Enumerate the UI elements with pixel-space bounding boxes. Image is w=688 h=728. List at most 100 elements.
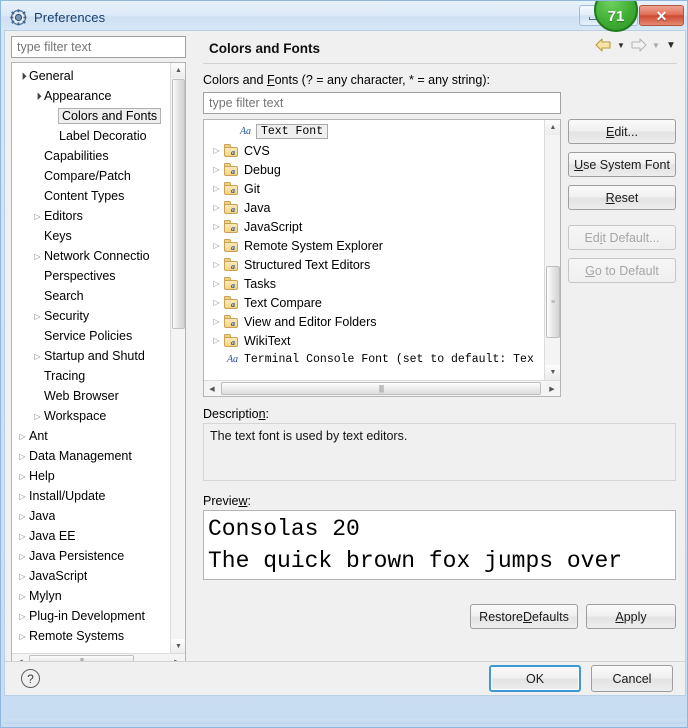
sidebar-item-colors-and-fonts[interactable]: Colors and Fonts (12, 106, 172, 126)
tree-collapsed-icon[interactable]: ▷ (210, 317, 223, 326)
sidebar-item-ant[interactable]: ▷ Ant (12, 426, 172, 446)
sidebar-scroll-up-icon[interactable]: ▲ (171, 63, 185, 78)
sidebar-item-capabilities[interactable]: Capabilities (12, 146, 172, 166)
tree-collapsed-icon[interactable]: ▷ (210, 165, 223, 174)
sidebar-item-search[interactable]: Search (12, 286, 172, 306)
use-system-font-button[interactable]: Use System Font (568, 152, 676, 177)
sidebar-item-java-ee[interactable]: ▷ Java EE (12, 526, 172, 546)
help-question-icon[interactable]: ? (21, 669, 40, 688)
tree-collapsed-icon[interactable]: ▷ (16, 566, 29, 586)
apply-button[interactable]: Apply (586, 604, 676, 629)
fonts-horizontal-scrollbar[interactable]: ◀ |||| ▶ (204, 380, 560, 396)
sidebar-item-remote-systems[interactable]: ▷ Remote Systems (12, 626, 172, 646)
fonts-scroll-left-icon[interactable]: ◀ (205, 382, 219, 395)
tree-collapsed-icon[interactable]: ▷ (16, 526, 29, 546)
fonts-tree-item[interactable]: ▷ a Debug (204, 160, 546, 179)
tree-collapsed-icon[interactable]: ▷ (31, 246, 44, 266)
sidebar-scroll-thumb[interactable] (172, 79, 185, 329)
sidebar-vertical-scrollbar[interactable]: ▲ ▼ (170, 63, 185, 654)
ok-button[interactable]: OK (489, 665, 581, 692)
sidebar-item-service-policies[interactable]: Service Policies (12, 326, 172, 346)
tree-collapsed-icon[interactable]: ▷ (31, 306, 44, 326)
tree-collapsed-icon[interactable]: ▷ (210, 279, 223, 288)
sidebar-item-tracing[interactable]: Tracing (12, 366, 172, 386)
tree-collapsed-icon[interactable]: ▷ (16, 426, 29, 446)
tree-collapsed-icon[interactable]: ▷ (16, 586, 29, 606)
close-button[interactable]: ✕ (639, 5, 684, 26)
sidebar-item-general[interactable]: ◢ General (12, 66, 172, 86)
sidebar-item-editors[interactable]: ▷ Editors (12, 206, 172, 226)
tree-collapsed-icon[interactable]: ▷ (210, 260, 223, 269)
sidebar-item-content-types[interactable]: Content Types (12, 186, 172, 206)
fonts-hscroll-thumb[interactable]: |||| (221, 382, 541, 395)
tree-collapsed-icon[interactable]: ▷ (16, 626, 29, 646)
tree-collapsed-icon[interactable]: ▷ (31, 346, 44, 366)
tree-collapsed-icon[interactable]: ▷ (210, 298, 223, 307)
sidebar-item-plug-in-development[interactable]: ▷ Plug-in Development (12, 606, 172, 626)
tree-collapsed-icon[interactable]: ▷ (16, 606, 29, 626)
sidebar-item-mylyn[interactable]: ▷ Mylyn (12, 586, 172, 606)
fonts-tree-item[interactable]: ▷ a Text Compare (204, 293, 546, 312)
tree-expanded-icon[interactable]: ◢ (12, 64, 34, 87)
fonts-tree-item[interactable]: Aa Terminal Console Font (set to default:… (204, 350, 546, 369)
title-bar[interactable]: Preferences ✕ (1, 1, 687, 33)
fonts-vertical-scrollbar[interactable]: ▲ ≡ ▼ (544, 120, 560, 380)
sidebar-item-install-update[interactable]: ▷ Install/Update (12, 486, 172, 506)
tree-collapsed-icon[interactable]: ▷ (210, 184, 223, 193)
fonts-tree-item[interactable]: ▷ a Java (204, 198, 546, 217)
page-filter-input[interactable] (203, 92, 561, 114)
fonts-scroll-right-icon[interactable]: ▶ (545, 382, 559, 395)
sidebar-item-compare-patch[interactable]: Compare/Patch (12, 166, 172, 186)
tree-collapsed-icon[interactable]: ▷ (210, 336, 223, 345)
view-menu-icon[interactable]: ▼ (665, 40, 677, 51)
tree-collapsed-icon[interactable]: ▷ (16, 446, 29, 466)
tree-collapsed-icon[interactable]: ▷ (16, 466, 29, 486)
tree-collapsed-icon[interactable]: ▷ (31, 206, 44, 226)
fonts-tree-item[interactable]: Aa Text Font (204, 122, 546, 141)
fonts-tree-item[interactable]: ▷ a Remote System Explorer (204, 236, 546, 255)
sidebar-filter-input[interactable] (11, 36, 186, 58)
back-arrow-icon[interactable] (595, 38, 612, 52)
sidebar-item-data-management[interactable]: ▷ Data Management (12, 446, 172, 466)
edit-button[interactable]: Edit... (568, 119, 676, 144)
fonts-tree-item[interactable]: ▷ a WikiText (204, 331, 546, 350)
tree-collapsed-icon[interactable]: ▷ (16, 506, 29, 526)
tree-collapsed-icon[interactable]: ▷ (210, 146, 223, 155)
sidebar-item-javascript[interactable]: ▷ JavaScript (12, 566, 172, 586)
sidebar-item-network-connectio[interactable]: ▷ Network Connectio (12, 246, 172, 266)
tree-collapsed-icon[interactable]: ▷ (31, 406, 44, 426)
sidebar-item-java-persistence[interactable]: ▷ Java Persistence (12, 546, 172, 566)
fonts-tree-item[interactable]: ▷ a Git (204, 179, 546, 198)
tree-collapsed-icon[interactable]: ▷ (210, 222, 223, 231)
sidebar-item-perspectives[interactable]: Perspectives (12, 266, 172, 286)
sidebar-item-label-decoratio[interactable]: Label Decoratio (12, 126, 172, 146)
fonts-tree-item[interactable]: ▷ a View and Editor Folders (204, 312, 546, 331)
sidebar-item-workspace[interactable]: ▷ Workspace (12, 406, 172, 426)
restore-defaults-button[interactable]: Restore Defaults (470, 604, 578, 629)
fonts-scroll-up-icon[interactable]: ▲ (545, 120, 560, 135)
fonts-scroll-thumb[interactable]: ≡ (546, 266, 560, 338)
back-dropdown-icon[interactable]: ▼ (615, 41, 627, 50)
reset-button[interactable]: Reset (568, 185, 676, 210)
sidebar-item-web-browser[interactable]: Web Browser (12, 386, 172, 406)
fonts-tree-item[interactable]: ▷ a CVS (204, 141, 546, 160)
fonts-tree[interactable]: Aa Text Font ▷ a CVS ▷ a Debug ▷ a Git ▷ a Java ▷ a Java… (204, 120, 546, 380)
sidebar-item-security[interactable]: ▷ Security (12, 306, 172, 326)
tree-expanded-icon[interactable]: ◢ (26, 84, 49, 107)
tree-collapsed-icon[interactable]: ▷ (16, 546, 29, 566)
sidebar-item-java[interactable]: ▷ Java (12, 506, 172, 526)
sidebar-item-startup-and-shutd[interactable]: ▷ Startup and Shutd (12, 346, 172, 366)
sidebar-item-keys[interactable]: Keys (12, 226, 172, 246)
fonts-tree-item[interactable]: ▷ a Tasks (204, 274, 546, 293)
sidebar-item-help[interactable]: ▷ Help (12, 466, 172, 486)
cancel-button[interactable]: Cancel (591, 665, 673, 692)
sidebar-scroll-down-icon[interactable]: ▼ (171, 639, 185, 654)
fonts-tree-item[interactable]: ▷ a Structured Text Editors (204, 255, 546, 274)
sidebar-item-appearance[interactable]: ◢ Appearance (12, 86, 172, 106)
tree-collapsed-icon[interactable]: ▷ (210, 203, 223, 212)
tree-collapsed-icon[interactable]: ▷ (210, 241, 223, 250)
tree-collapsed-icon[interactable]: ▷ (16, 486, 29, 506)
fonts-scroll-down-icon[interactable]: ▼ (545, 365, 560, 380)
fonts-tree-item[interactable]: ▷ a JavaScript (204, 217, 546, 236)
sidebar-tree[interactable]: ◢ General ◢ Appearance Colors and Fonts Label… (12, 63, 172, 654)
